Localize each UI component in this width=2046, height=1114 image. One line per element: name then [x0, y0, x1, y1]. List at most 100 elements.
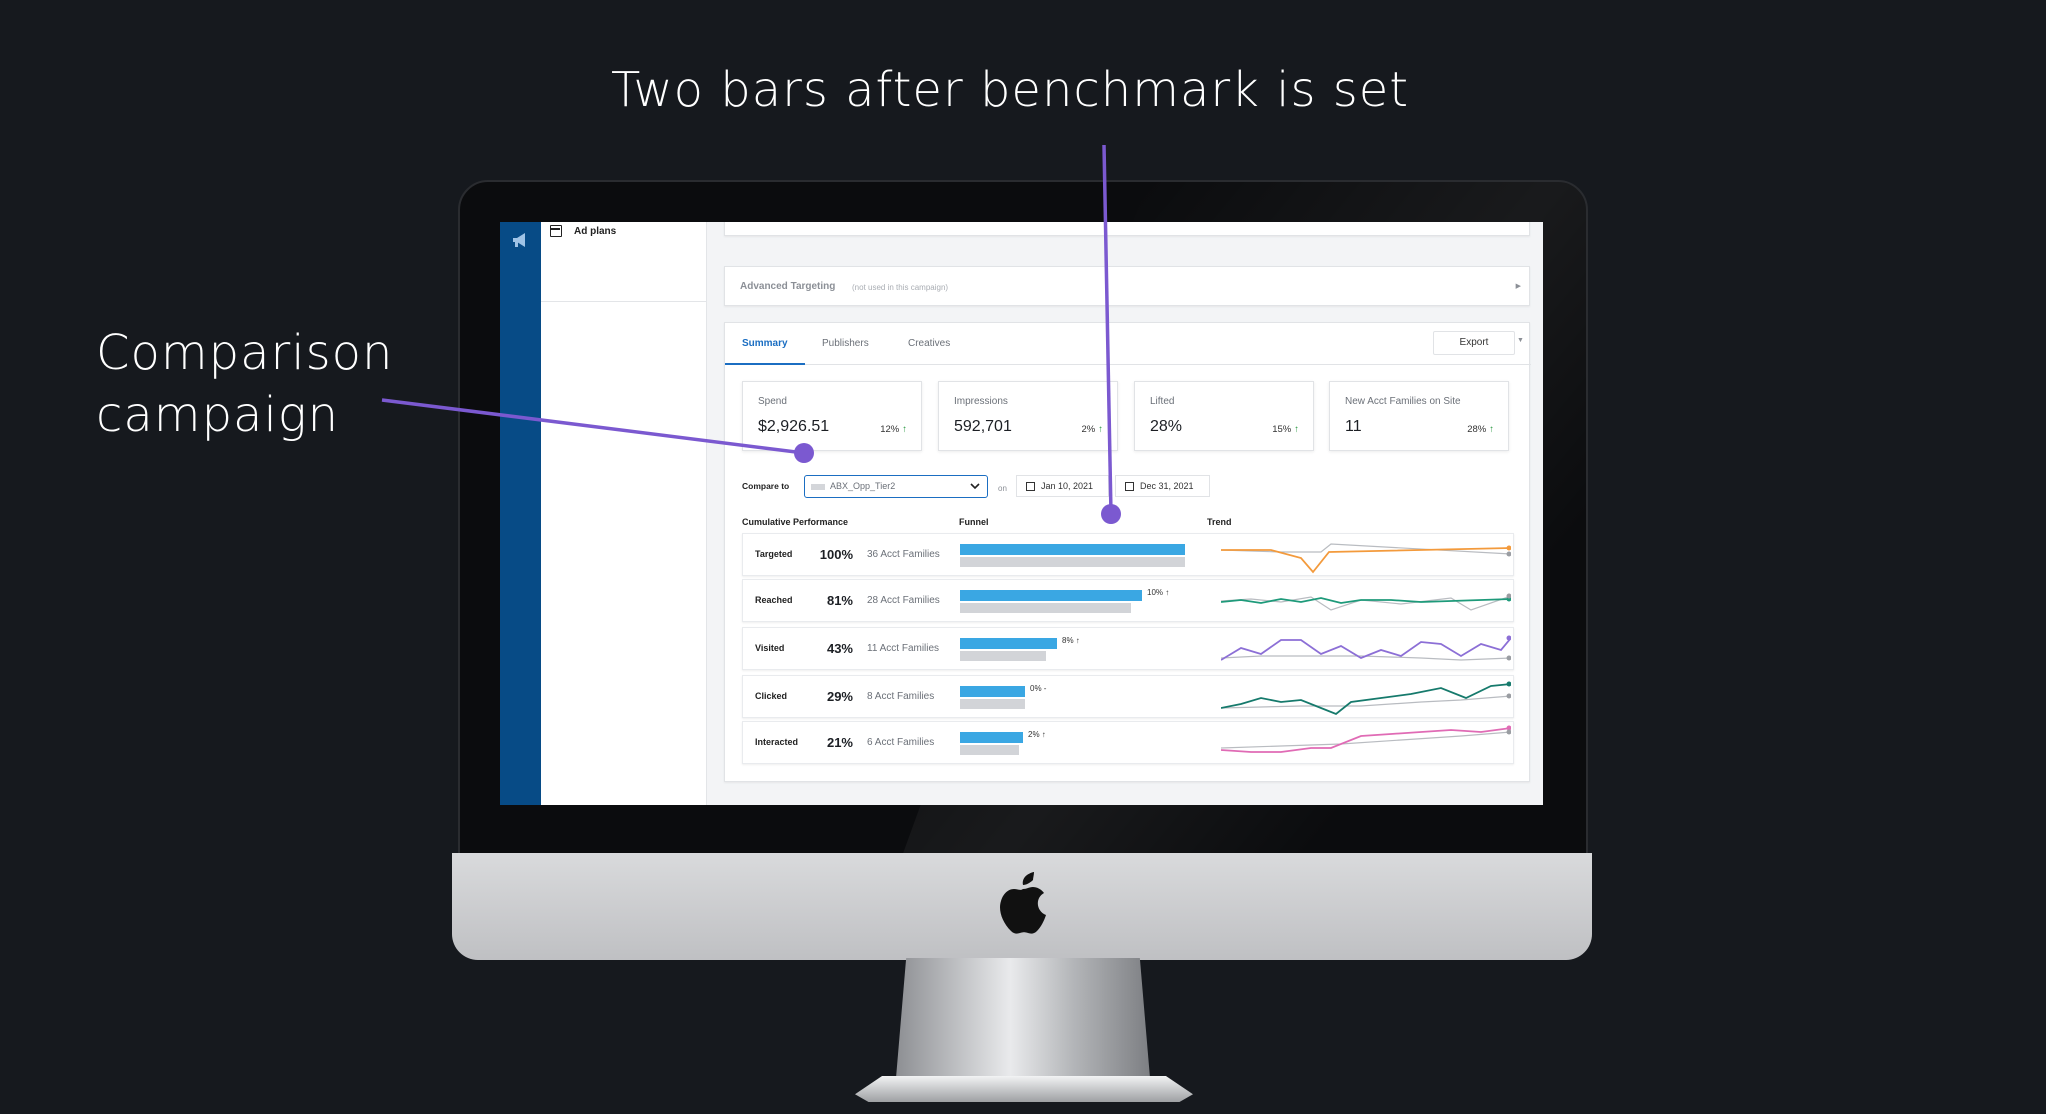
trend-end-dot	[1506, 545, 1511, 551]
funnel-stage-label: Clicked	[755, 691, 788, 701]
funnel-stage-percent: 100%	[819, 547, 853, 562]
metric-card-new-families: New Acct Families on Site 11 28% ↑	[1329, 381, 1509, 451]
trend-end-dot-benchmark	[1506, 655, 1511, 661]
advanced-targeting-title: Advanced Targeting	[740, 281, 836, 292]
trend-line-current	[1221, 727, 1511, 753]
advanced-targeting-note: (not used in this campaign)	[852, 283, 949, 292]
funnel-stage-count: 11 Acct Families	[867, 643, 940, 654]
chevron-down-icon[interactable]	[970, 481, 980, 491]
funnel-bar-delta: 0% -	[1030, 684, 1047, 693]
funnel-stage-percent: 43%	[826, 641, 853, 656]
compare-row: Compare to ABX_Opp_Tier2 on Jan 10, 2021…	[742, 475, 1442, 499]
tab-publishers[interactable]: Publishers	[822, 338, 869, 349]
metric-change-value: 28%	[1467, 424, 1487, 435]
funnel-bar-current	[960, 686, 1025, 697]
funnel-stage-count: 8 Acct Families	[867, 691, 935, 702]
compare-campaign-select[interactable]: ABX_Opp_Tier2	[804, 475, 988, 498]
side-panel: Ad plans	[541, 222, 707, 805]
funnel-bar-current	[960, 544, 1185, 555]
start-date-picker[interactable]: Jan 10, 2021	[1016, 475, 1109, 497]
funnel-bar-benchmark	[960, 699, 1025, 709]
arrow-up-icon: ↑	[1098, 424, 1103, 435]
campaign-swatch	[811, 484, 825, 490]
tab-divider	[725, 364, 1531, 365]
trend-line-benchmark	[1221, 731, 1511, 749]
active-tab-indicator	[725, 363, 805, 365]
metric-label: Spend	[758, 396, 787, 407]
metric-change: 2% ↑	[1082, 424, 1103, 435]
metric-change-value: 12%	[880, 424, 900, 435]
callout-line-2: campaign	[96, 387, 340, 443]
funnel-row-targeted[interactable]: Targeted 100% 36 Acct Families	[742, 533, 1514, 576]
funnel-stage-label: Visited	[755, 643, 785, 653]
trend-sparkline	[1221, 681, 1511, 716]
trend-line-current	[1221, 637, 1511, 661]
trend-sparkline	[1221, 593, 1511, 611]
metric-card-impressions: Impressions 592,701 2% ↑	[938, 381, 1118, 451]
metric-change: 12% ↑	[880, 424, 907, 435]
funnel-stage-percent: 21%	[826, 735, 853, 750]
calendar-icon	[1125, 482, 1134, 491]
trend-sparkline	[1221, 543, 1511, 574]
trend-end-dot	[1506, 635, 1511, 641]
metric-label: Impressions	[954, 396, 1008, 407]
callout-benchmark-bars: Two bars after benchmark is set	[611, 62, 1410, 118]
app-screen: Ad plans Advanced Targeting (not used in…	[500, 222, 1543, 805]
funnel-row-reached[interactable]: Reached 81% 28 Acct Families 10% ↑	[742, 579, 1514, 622]
on-label: on	[998, 484, 1007, 493]
megaphone-icon[interactable]	[511, 232, 529, 248]
funnel-row-interacted[interactable]: Interacted 21% 6 Acct Families 2% ↑	[742, 721, 1514, 764]
funnel-bar-current	[960, 732, 1023, 743]
column-header-funnel: Funnel	[959, 517, 989, 527]
funnel-bar-delta: 10% ↑	[1147, 588, 1170, 597]
metric-change-value: 15%	[1272, 424, 1292, 435]
funnel-stage-label: Interacted	[755, 737, 799, 747]
calendar-icon	[1026, 482, 1035, 491]
tab-creatives[interactable]: Creatives	[908, 338, 950, 349]
arrow-up-icon: ↑	[1489, 424, 1494, 435]
end-date-value: Dec 31, 2021	[1140, 481, 1194, 491]
advanced-targeting-panel[interactable]: Advanced Targeting (not used in this cam…	[724, 266, 1530, 306]
divider	[541, 301, 707, 302]
collapsed-card	[724, 222, 1530, 236]
export-button[interactable]: Export	[1433, 331, 1515, 355]
monitor-stand-base	[855, 1076, 1193, 1102]
metric-label: New Acct Families on Site	[1345, 396, 1461, 407]
presentation-slide: Two bars after benchmark is set Comparis…	[0, 0, 2046, 1114]
funnel-bar-current	[960, 638, 1057, 649]
column-header-trend: Trend	[1207, 517, 1232, 527]
trend-end-dot-benchmark	[1506, 693, 1511, 699]
chevron-down-icon[interactable]: ▼	[1517, 337, 1524, 344]
funnel-row-clicked[interactable]: Clicked 29% 8 Acct Families 0% -	[742, 675, 1514, 718]
nav-rail	[500, 222, 541, 805]
funnel-row-visited[interactable]: Visited 43% 11 Acct Families 8% ↑	[742, 627, 1514, 670]
metric-card-spend: Spend $2,926.51 12% ↑	[742, 381, 922, 451]
metric-value: 28%	[1150, 418, 1183, 435]
metric-value: 592,701	[954, 418, 1012, 435]
trend-end-dot-benchmark	[1506, 551, 1511, 557]
tab-summary[interactable]: Summary	[742, 338, 788, 349]
monitor-stand	[896, 958, 1150, 1078]
column-header-cumulative: Cumulative Performance	[742, 517, 849, 527]
funnel-stage-percent: 29%	[826, 689, 853, 704]
funnel-bar-benchmark	[960, 745, 1019, 755]
funnel-stage-label: Targeted	[755, 549, 793, 559]
sidebar-item-ad-plans[interactable]: Ad plans	[574, 226, 616, 237]
arrow-up-icon: ↑	[1294, 424, 1299, 435]
end-date-picker[interactable]: Dec 31, 2021	[1115, 475, 1210, 497]
metric-value: 11	[1345, 418, 1362, 435]
metric-label: Lifted	[1150, 396, 1175, 407]
trend-sparkline	[1221, 725, 1511, 753]
funnel-stage-label: Reached	[755, 595, 793, 605]
funnel-bar-benchmark	[960, 603, 1131, 613]
funnel-bar-benchmark	[960, 557, 1185, 567]
compare-label: Compare to	[742, 481, 790, 491]
arrow-up-icon: ↑	[902, 424, 907, 435]
trend-sparkline	[1221, 635, 1511, 661]
callout-comparison-campaign: Comparison campaign	[96, 322, 393, 446]
chevron-right-icon[interactable]: ▶	[1516, 282, 1521, 290]
compare-campaign-value: ABX_Opp_Tier2	[830, 481, 896, 491]
metric-change-value: 2%	[1081, 424, 1096, 435]
funnel-bar-benchmark	[960, 651, 1046, 661]
summary-card: Summary Publishers Creatives Export ▼ Sp…	[724, 322, 1531, 782]
